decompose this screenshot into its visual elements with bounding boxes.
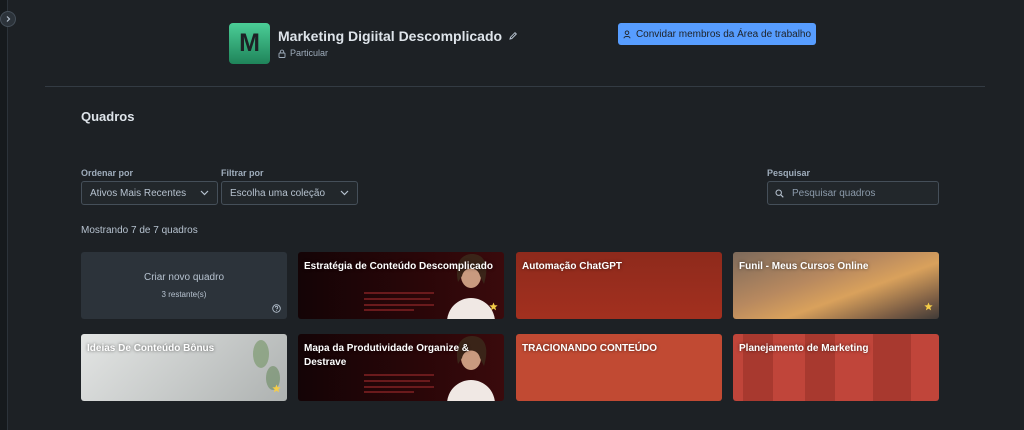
board-title: Funil - Meus Cursos Online <box>739 261 869 272</box>
search-placeholder: Pesquisar quadros <box>792 187 876 199</box>
workspace-title: Marketing Digiital Descomplicado <box>278 28 503 44</box>
filter-select-value: Escolha uma coleção <box>230 187 326 199</box>
board-title: Planejamento de Marketing <box>739 343 869 354</box>
board-title: Automação ChatGPT <box>522 261 623 272</box>
star-icon[interactable] <box>272 384 281 393</box>
star-icon[interactable] <box>924 302 933 311</box>
board-title: TRACIONANDO CONTEÚDO <box>522 343 657 354</box>
board-tile[interactable]: Automação ChatGPT <box>516 252 722 319</box>
invite-members-button[interactable]: Convidar membros da Área de trabalho <box>618 23 816 45</box>
invite-members-label: Convidar membros da Área de trabalho <box>635 28 812 40</box>
chevron-down-icon <box>340 190 349 196</box>
boards-count: Mostrando 7 de 7 quadros <box>81 225 198 236</box>
left-sidebar-collapsed <box>0 0 8 430</box>
sort-label: Ordenar por <box>81 168 134 178</box>
board-title: Mapa da Produtividade Organize & Destrav… <box>304 343 470 368</box>
header-divider <box>45 86 985 87</box>
board-title: Ideias De Conteúdo Bônus <box>87 343 215 354</box>
search-icon <box>775 189 784 198</box>
promo-text-graphic <box>364 374 434 393</box>
workspace-logo: M <box>229 22 270 64</box>
board-tile[interactable]: Funil - Meus Cursos Online <box>733 252 939 319</box>
create-board-label: Criar novo quadro <box>143 272 225 283</box>
lock-icon <box>278 49 286 58</box>
search-boards-input[interactable]: Pesquisar quadros <box>767 181 939 205</box>
star-icon[interactable] <box>489 302 498 311</box>
chevron-down-icon <box>200 190 209 196</box>
search-label: Pesquisar <box>767 168 811 178</box>
pencil-icon[interactable] <box>508 31 518 41</box>
promo-text-graphic <box>364 292 434 311</box>
add-person-icon <box>623 29 631 38</box>
expand-sidebar-button[interactable] <box>0 11 16 27</box>
visibility-label: Particular <box>290 48 329 58</box>
sort-select-value: Ativos Mais Recentes <box>90 187 187 199</box>
boards-section-title: Quadros <box>81 109 135 124</box>
workspace-header: M Marketing Digiital Descomplicado Parti… <box>229 22 518 64</box>
board-tile[interactable]: Estratégia de Conteúdo Descomplicado <box>298 252 504 319</box>
workspace-visibility: Particular <box>278 48 518 58</box>
board-tile[interactable]: TRACIONANDO CONTEÚDO <box>516 334 722 401</box>
board-tile[interactable]: Planejamento de Marketing <box>733 334 939 401</box>
filter-label: Filtrar por <box>221 168 264 178</box>
boards-remaining: 3 restante(s) <box>161 290 207 299</box>
board-title: Estratégia de Conteúdo Descomplicado <box>304 261 493 272</box>
help-icon[interactable] <box>272 304 281 313</box>
sort-select[interactable]: Ativos Mais Recentes <box>81 181 218 205</box>
chevron-right-icon <box>6 16 11 22</box>
filter-select[interactable]: Escolha uma coleção <box>221 181 358 205</box>
board-tile[interactable]: Ideias De Conteúdo Bônus <box>81 334 287 401</box>
board-tile[interactable]: Mapa da Produtividade Organize & Destrav… <box>298 334 504 401</box>
create-board-tile[interactable]: Criar novo quadro 3 restante(s) <box>81 252 287 319</box>
